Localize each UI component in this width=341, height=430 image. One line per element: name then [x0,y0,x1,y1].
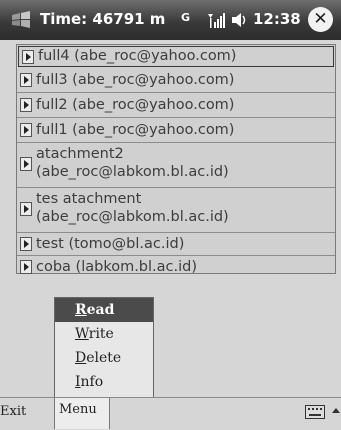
menu-item-read[interactable]: Read [55,298,153,322]
expand-icon[interactable] [20,73,32,87]
menu-item-label: elete [86,350,122,366]
list-item[interactable]: full3 (abe_roc@yahoo.com) [17,68,335,93]
expand-icon[interactable] [22,50,34,64]
windows-start-logo[interactable] [10,9,32,31]
close-icon: ✕ [313,9,328,29]
exit-softkey[interactable]: Exit [0,404,26,419]
list-item-label: full2 (abe_roc@yahoo.com) [36,97,235,113]
softkey-bar: Exit Menu [0,397,341,430]
list-item-label: full4 (abe_roc@yahoo.com) [38,48,237,64]
menu-item-delete[interactable]: Delete [55,346,153,370]
menu-mnemonic: R [75,302,87,318]
list-item-label: tes atachment (abe_roc@labkom.bl.ac.id) [36,191,229,225]
list-item-label: test (tomo@bl.ac.id) [36,236,185,252]
keyboard-icon[interactable] [305,405,325,419]
menu-mnemonic: D [75,350,87,366]
list-item[interactable]: atachment2 (abe_roc@labkom.bl.ac.id) [17,143,335,188]
clock: 12:38 [253,10,301,28]
menu-item-label: rite [88,326,114,342]
close-button[interactable]: ✕ [308,7,333,32]
message-list[interactable]: full4 (abe_roc@yahoo.com) full3 (abe_roc… [16,44,336,275]
expand-icon[interactable] [20,157,32,171]
expand-icon[interactable] [20,123,32,137]
expand-icon[interactable] [20,98,32,112]
network-indicator: G [181,11,191,24]
expand-icon[interactable] [20,237,32,251]
list-item-label: coba (labkom.bl.ac.id) [36,259,198,275]
list-item-label: atachment2 (abe_roc@labkom.bl.ac.id) [36,146,229,180]
list-item[interactable]: tes atachment (abe_roc@labkom.bl.ac.id) [17,188,335,233]
list-item[interactable]: full4 (abe_roc@yahoo.com) [18,46,334,67]
list-item-label: full1 (abe_roc@yahoo.com) [36,122,235,138]
signal-icon[interactable] [205,10,227,30]
menu-softkey[interactable]: Menu [54,398,110,429]
menu-mnemonic: W [75,326,89,342]
list-item[interactable]: coba (labkom.bl.ac.id) [17,256,335,278]
arrow-up-icon[interactable] [331,406,341,416]
expand-icon[interactable] [20,202,32,216]
volume-icon[interactable] [230,11,250,29]
window-title: Time: 46791 m [40,10,166,28]
list-item[interactable]: test (tomo@bl.ac.id) [17,233,335,256]
expand-icon[interactable] [20,260,32,274]
menu-item-info[interactable]: Info [55,370,153,394]
menu-item-write[interactable]: Write [55,322,153,346]
menu-item-label: nfo [80,374,104,390]
context-menu: Read Write Delete Info [54,297,154,399]
list-item-label: full3 (abe_roc@yahoo.com) [36,72,235,88]
menu-softkey-label: Menu [59,402,97,417]
menu-item-label: ead [86,302,115,318]
list-item[interactable]: full2 (abe_roc@yahoo.com) [17,93,335,118]
title-bar: Time: 46791 m G 12:38 ✕ [0,0,341,40]
list-item[interactable]: full1 (abe_roc@yahoo.com) [17,118,335,143]
